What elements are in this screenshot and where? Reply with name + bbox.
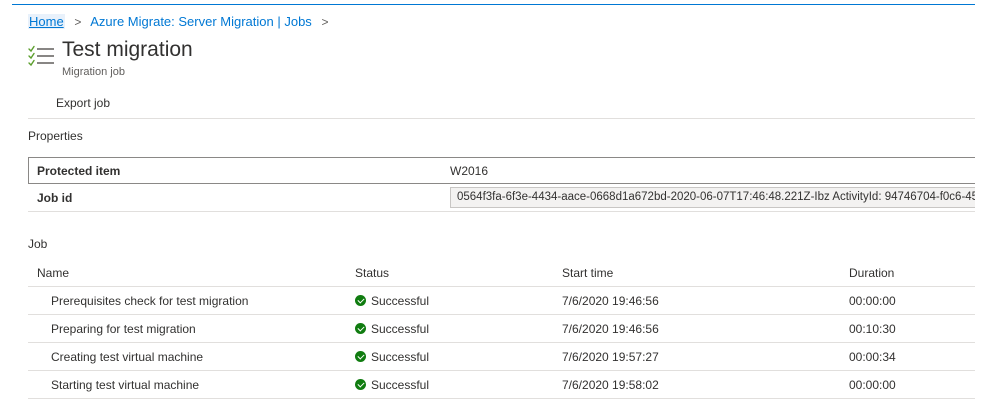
toolbar-divider bbox=[28, 118, 975, 119]
page-subtitle: Migration job bbox=[62, 66, 125, 78]
job-name: Starting test virtual machine bbox=[51, 378, 200, 392]
job-status-text: Successful bbox=[371, 294, 430, 308]
job-section-label: Job bbox=[28, 237, 48, 251]
breadcrumb-separator: > bbox=[321, 15, 329, 29]
job-name: Preparing for test migration bbox=[51, 322, 196, 336]
job-start-time: 7/6/2020 19:57:27 bbox=[562, 350, 659, 364]
job-duration: 00:10:30 bbox=[849, 322, 896, 336]
column-header-start-time[interactable]: Start time bbox=[562, 266, 613, 280]
job-status-text: Successful bbox=[371, 350, 430, 364]
properties-row-job-id: Job id 0564f3fa-6f3e-4434-aace-0668d1a67… bbox=[28, 184, 975, 212]
success-check-icon bbox=[355, 379, 366, 390]
job-duration: 00:00:34 bbox=[849, 350, 896, 364]
success-check-icon bbox=[355, 323, 366, 334]
properties-row-protected-item: Protected item W2016 bbox=[28, 157, 975, 184]
table-row[interactable]: Starting test virtual machine Successful… bbox=[28, 371, 975, 399]
job-name: Creating test virtual machine bbox=[51, 350, 204, 364]
job-id-label: Job id bbox=[37, 191, 73, 205]
checklist-icon bbox=[28, 45, 54, 67]
success-check-icon bbox=[355, 295, 366, 306]
top-accent-line bbox=[12, 4, 975, 5]
column-header-status[interactable]: Status bbox=[355, 266, 389, 280]
job-status: Successful bbox=[355, 294, 429, 308]
job-duration: 00:00:00 bbox=[849, 378, 896, 392]
properties-section-label: Properties bbox=[28, 129, 83, 143]
table-header: Name Status Start time Duration bbox=[28, 260, 975, 287]
job-status: Successful bbox=[355, 350, 429, 364]
export-job-button[interactable]: Export job bbox=[56, 96, 110, 110]
table-row[interactable]: Preparing for test migration Successful … bbox=[28, 315, 975, 343]
job-start-time: 7/6/2020 19:46:56 bbox=[562, 322, 659, 336]
job-status: Successful bbox=[355, 378, 429, 392]
breadcrumb-home-link[interactable]: Home bbox=[28, 14, 65, 29]
page-title: Test migration bbox=[62, 38, 193, 61]
job-id-field[interactable]: 0564f3fa-6f3e-4434-aace-0668d1a672bd-202… bbox=[450, 187, 975, 208]
protected-item-label: Protected item bbox=[37, 164, 121, 178]
job-status-text: Successful bbox=[371, 322, 430, 336]
column-header-duration[interactable]: Duration bbox=[849, 266, 894, 280]
job-start-time: 7/6/2020 19:58:02 bbox=[562, 378, 659, 392]
job-duration: 00:00:00 bbox=[849, 294, 896, 308]
protected-item-value: W2016 bbox=[450, 164, 489, 178]
breadcrumb: Home > Azure Migrate: Server Migration |… bbox=[28, 14, 334, 29]
success-check-icon bbox=[355, 351, 366, 362]
table-row[interactable]: Prerequisites check for test migration S… bbox=[28, 287, 975, 315]
properties-table: Protected item W2016 Job id 0564f3fa-6f3… bbox=[28, 157, 975, 212]
job-name: Prerequisites check for test migration bbox=[51, 294, 249, 308]
job-status: Successful bbox=[355, 322, 429, 336]
breadcrumb-separator: > bbox=[74, 15, 82, 29]
job-status-text: Successful bbox=[371, 378, 430, 392]
job-start-time: 7/6/2020 19:46:56 bbox=[562, 294, 659, 308]
table-row[interactable]: Creating test virtual machine Successful… bbox=[28, 343, 975, 371]
jobs-table: Name Status Start time Duration Prerequi… bbox=[28, 260, 975, 399]
breadcrumb-jobs-link[interactable]: Azure Migrate: Server Migration | Jobs bbox=[90, 14, 312, 29]
column-header-name[interactable]: Name bbox=[37, 266, 69, 280]
